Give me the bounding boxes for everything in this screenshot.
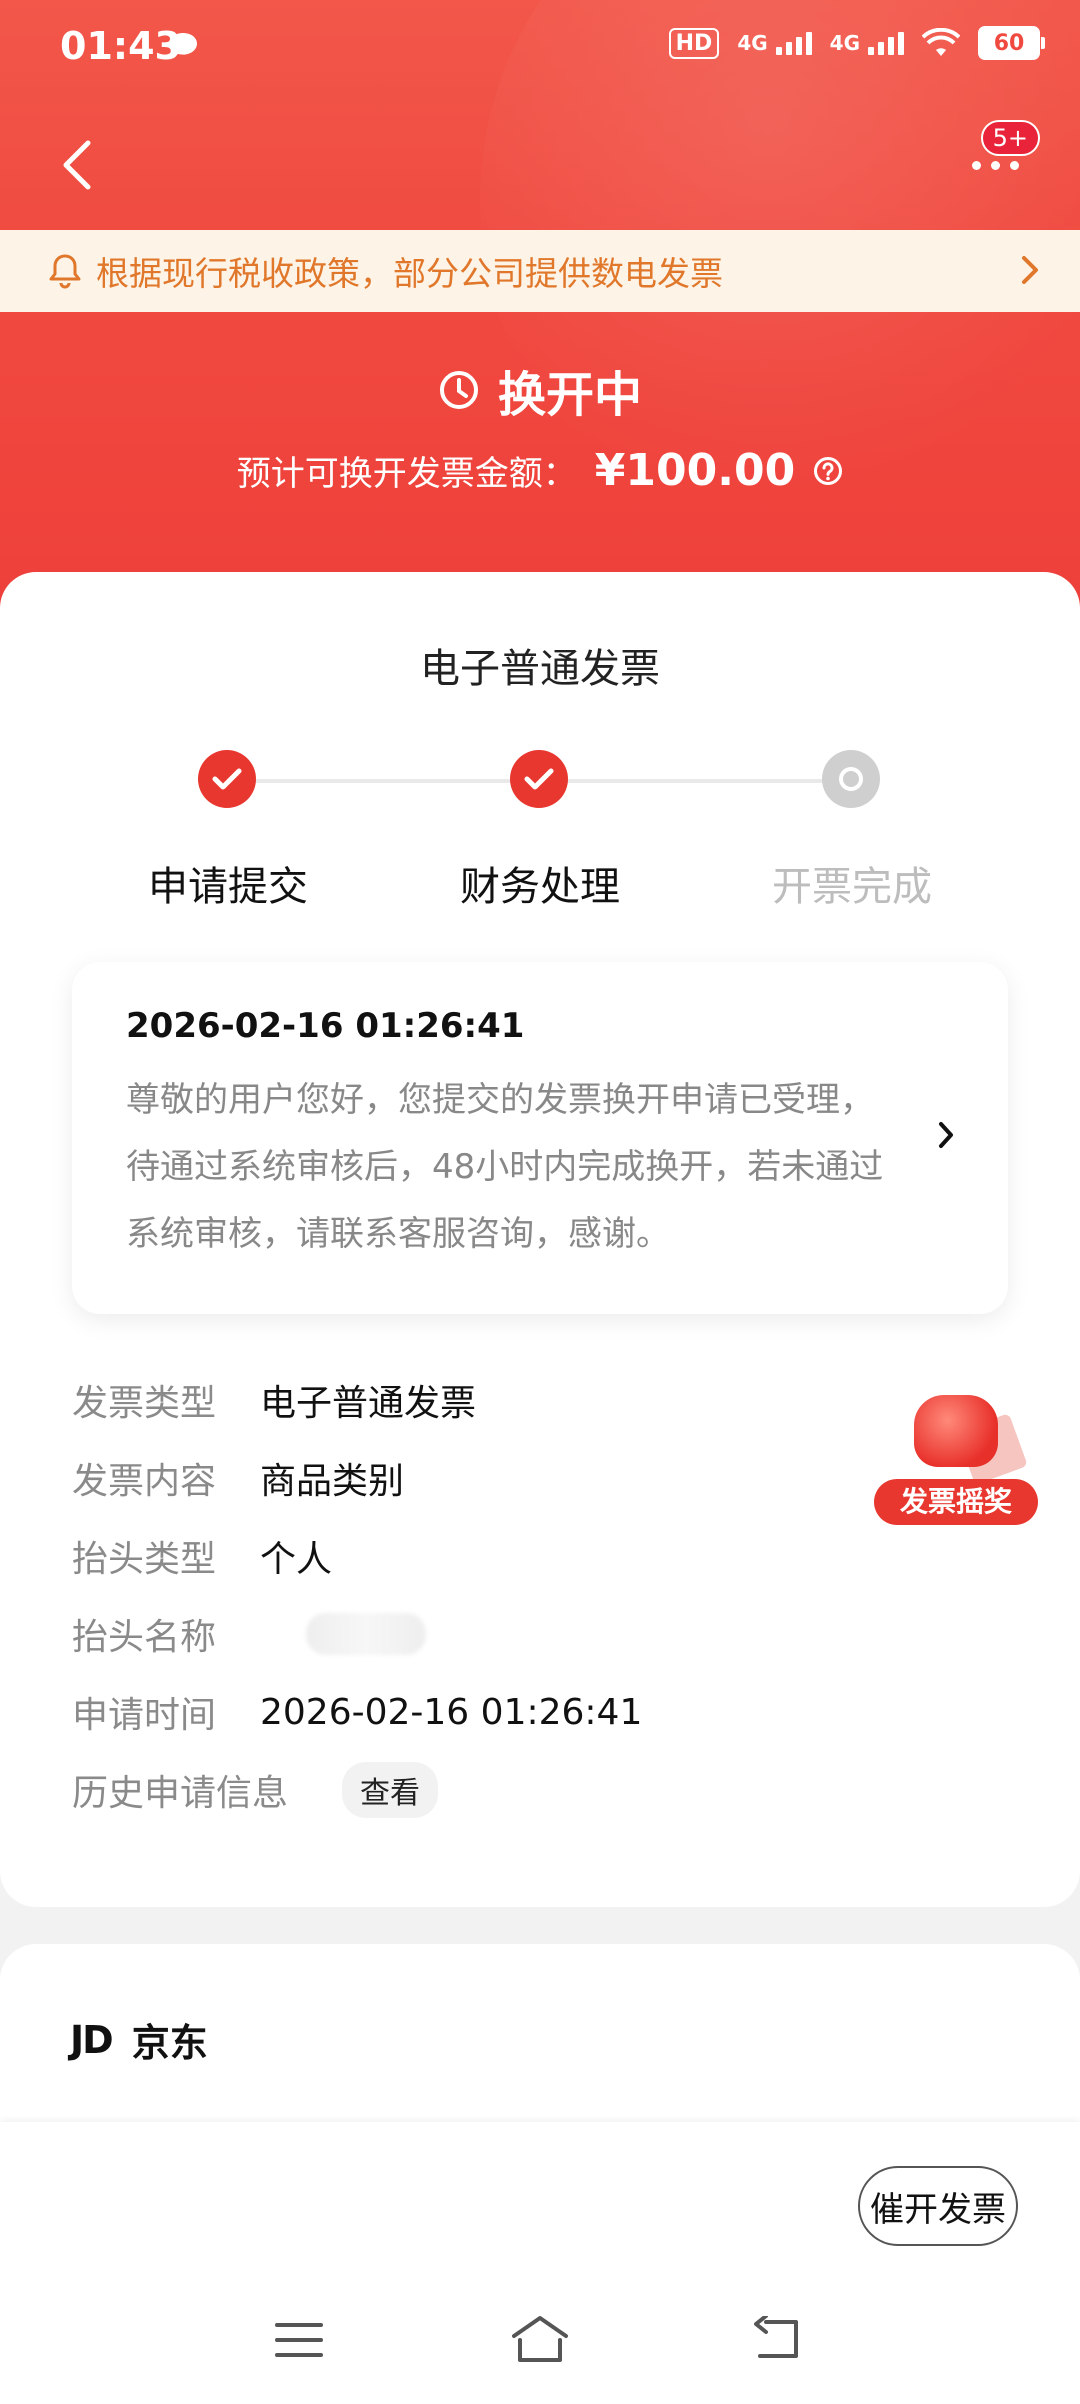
detail-row: 发票类型 电子普通发票: [72, 1370, 476, 1430]
amount-label: 预计可换开发票金额：: [236, 454, 577, 494]
step-2-label: 财务处理: [460, 864, 620, 910]
chevron-right-icon: [1022, 256, 1038, 284]
detail-row: 抬头类型 个人: [72, 1526, 332, 1586]
tax-notice-bar[interactable]: 根据现行税收政策，部分公司提供数电发票: [0, 230, 1080, 312]
home-icon[interactable]: [510, 2314, 570, 2364]
detail-key: 抬头名称: [72, 1617, 217, 1658]
detail-value: 2026-02-16 01:26:41: [260, 1691, 643, 1733]
step-1-label: 申请提交: [148, 864, 308, 910]
step-1-check-icon: [198, 750, 256, 808]
detail-value: 电子普通发票: [260, 1383, 477, 1424]
step-3-pending-icon: [822, 750, 880, 808]
bell-icon: [49, 254, 81, 289]
store-header: JD 京东: [70, 2012, 208, 2067]
progress-message-card[interactable]: 2026-02-16 01:26:41 尊敬的用户您好，您提交的发票换开申请已受…: [72, 962, 1008, 1314]
store-name: 京东: [131, 2021, 208, 2065]
status-time: 01:43: [60, 24, 181, 68]
urge-invoice-button[interactable]: 催开发票: [858, 2166, 1018, 2246]
step-connector: [540, 779, 852, 783]
signal-icon: 4G: [737, 31, 812, 55]
clock-icon: [439, 371, 478, 409]
help-icon[interactable]: [813, 456, 843, 486]
view-history-button[interactable]: 查看: [342, 1762, 439, 1818]
detail-row: 抬头名称: [72, 1604, 426, 1664]
step-2-check-icon: [510, 750, 568, 808]
detail-row: 历史申请信息 查看: [72, 1760, 439, 1820]
message-count-badge: 5+: [980, 120, 1040, 156]
system-navigation-bar: [0, 2300, 1080, 2380]
invoice-lottery-widget[interactable]: 发票摇奖: [872, 1395, 1040, 1525]
exchange-status: 换开中: [0, 355, 1080, 425]
detail-row: 发票内容 商品类别: [72, 1448, 404, 1508]
message-text: 尊敬的用户您好，您提交的发票换开申请已受理，待通过系统审核后，48小时内完成换开…: [126, 1080, 884, 1254]
back-arrow-icon[interactable]: [50, 135, 110, 195]
status-text: 换开中: [497, 367, 642, 423]
nav-bar: 5+: [0, 95, 1080, 230]
detail-value: 商品类别: [260, 1461, 405, 1502]
redacted-title-name: [306, 1613, 426, 1655]
bottom-action-bar: 催开发票: [0, 2122, 1080, 2404]
chat-bubble-icon: [169, 33, 197, 57]
chevron-right-icon: [939, 1122, 953, 1148]
detail-value: 个人: [260, 1539, 333, 1580]
lottery-label: 发票摇奖: [874, 1479, 1038, 1525]
detail-key: 历史申请信息: [72, 1773, 289, 1814]
status-bar: 01:43 HD 4G 4G 60: [0, 0, 1080, 95]
hd-icon: HD: [668, 27, 720, 59]
amount-value: ¥100.00: [594, 445, 796, 496]
red-bag-icon: [914, 1395, 998, 1467]
dot-icon: [971, 160, 981, 170]
detail-key: 抬头类型: [72, 1539, 217, 1580]
detail-key: 发票类型: [72, 1383, 217, 1424]
signal-icon-2: 4G: [830, 31, 904, 55]
back-nav-icon[interactable]: [752, 2316, 802, 2362]
menu-icon[interactable]: [275, 2322, 323, 2358]
battery-icon: 60: [978, 26, 1045, 60]
status-indicators: HD 4G 4G 60: [668, 26, 1045, 60]
notice-text: 根据现行税收政策，部分公司提供数电发票: [96, 254, 723, 293]
detail-key: 发票内容: [72, 1461, 217, 1502]
dot-icon: [990, 160, 1000, 170]
wifi-icon: [922, 28, 960, 56]
detail-row: 申请时间 2026-02-16 01:26:41: [72, 1682, 642, 1742]
detail-key: 申请时间: [72, 1695, 217, 1736]
dot-icon: [1009, 160, 1019, 170]
step-3-label: 开票完成: [772, 864, 932, 910]
jd-logo: JD: [70, 2017, 114, 2062]
message-time: 2026-02-16 01:26:41: [126, 1006, 525, 1046]
step-connector: [228, 779, 540, 783]
amount-row: 预计可换开发票金额： ¥100.00: [0, 445, 1080, 496]
invoice-title: 电子普通发票: [420, 646, 660, 692]
